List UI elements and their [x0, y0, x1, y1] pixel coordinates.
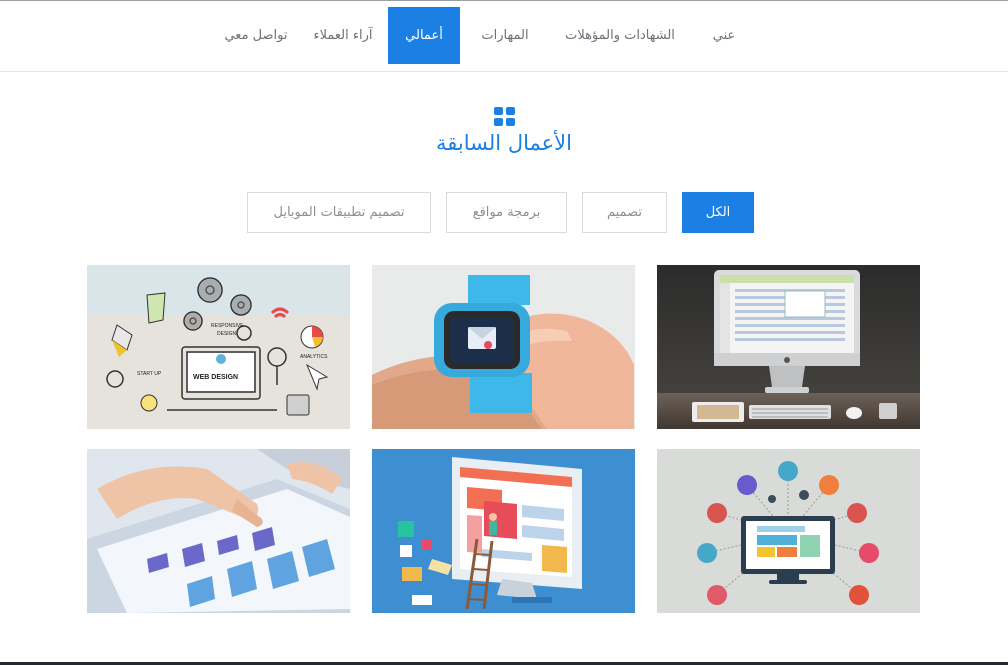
filter-all-button[interactable]: الكل: [682, 192, 754, 233]
filter-web-dev-button[interactable]: برمجة مواقع: [446, 192, 567, 233]
nav-item-testimonials[interactable]: آراء العملاء: [298, 7, 388, 64]
nav-menu: عني الشهادات والمؤهلات المهارات أعمالي آ…: [214, 7, 758, 64]
filter-design-button[interactable]: تصميم: [582, 192, 667, 233]
portfolio-item-web-design-sketch[interactable]: WEB DESIGN RESPONSIVE DESIGN START UP AN…: [87, 265, 350, 429]
nav-item-certificates[interactable]: الشهادات والمؤهلات: [550, 7, 690, 64]
portfolio-item-website-builder[interactable]: [372, 449, 635, 613]
smartwatch-image: [372, 265, 635, 429]
portfolio-item-tablet-chart[interactable]: [87, 449, 350, 613]
analytics-label: ANALYTICS: [300, 354, 328, 360]
nav-item-skills[interactable]: المهارات: [460, 7, 550, 64]
portfolio-item-imac[interactable]: [657, 265, 920, 429]
web-design-label: WEB DESIGN: [193, 374, 238, 381]
portfolio-item-connected-devices[interactable]: [657, 449, 920, 613]
design-label: DESIGN: [217, 331, 237, 337]
nav-item-contact[interactable]: تواصل معي: [214, 7, 298, 64]
imac-desk-image: [657, 265, 920, 429]
startup-label: START UP: [137, 371, 162, 377]
filter-mobile-apps-button[interactable]: تصميم تطبيقات الموبايل: [247, 192, 431, 233]
connected-devices-image: [657, 449, 920, 613]
top-navbar: عني الشهادات والمؤهلات المهارات أعمالي آ…: [0, 1, 1008, 72]
portfolio-item-smartwatch[interactable]: [372, 265, 635, 429]
web-design-sketch-image: WEB DESIGN RESPONSIVE DESIGN START UP AN…: [87, 265, 350, 429]
nav-item-about[interactable]: عني: [690, 7, 758, 64]
section-title: الأعمال السابقة: [436, 131, 572, 155]
nav-item-portfolio[interactable]: أعمالي: [388, 7, 460, 64]
responsive-label: RESPONSIVE: [211, 323, 244, 329]
tablet-chart-image: [87, 449, 350, 613]
grid-icon: [494, 107, 515, 126]
website-builder-image: [372, 449, 635, 613]
portfolio-filters: الكل تصميم برمجة مواقع تصميم تطبيقات الم…: [247, 192, 754, 233]
